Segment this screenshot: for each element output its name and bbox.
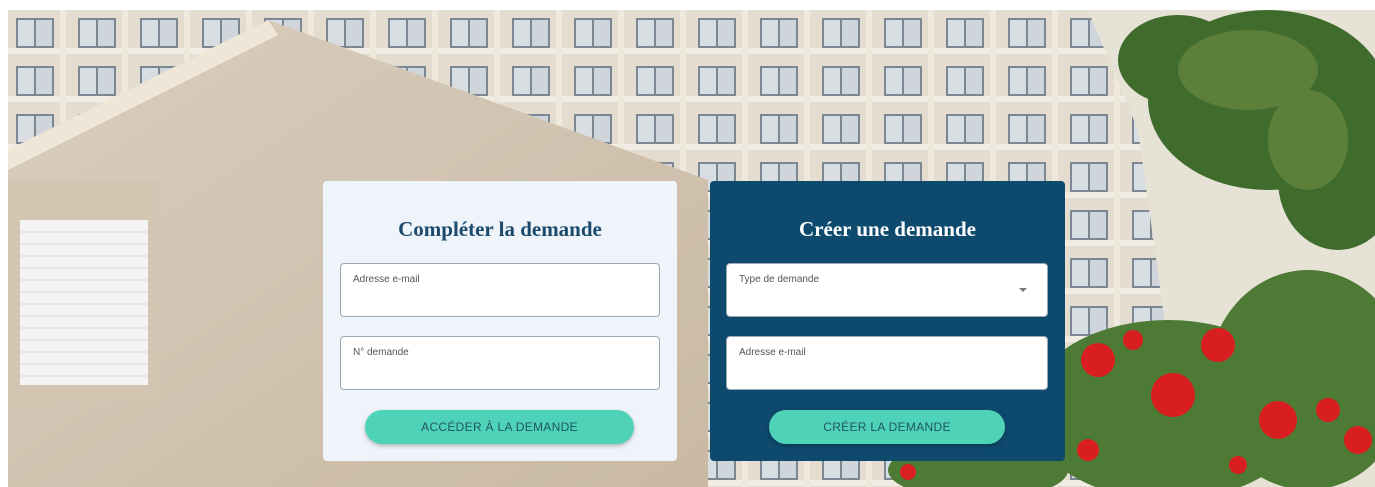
complete-request-card: Compléter la demande Adresse e-mail N° d… [323, 181, 677, 461]
create-email-field[interactable]: Adresse e-mail [726, 336, 1048, 390]
request-type-select[interactable]: Type de demande [726, 263, 1048, 317]
request-number-label: N° demande [353, 347, 409, 358]
request-type-label: Type de demande [739, 274, 820, 285]
create-request-card: Créer une demande Type de demande Adress… [710, 181, 1065, 461]
email-input[interactable] [351, 290, 649, 310]
create-email-label: Adresse e-mail [739, 347, 806, 358]
chevron-down-icon [1019, 288, 1027, 292]
complete-request-title: Compléter la demande [398, 217, 602, 241]
email-field[interactable]: Adresse e-mail [340, 263, 660, 317]
create-request-button[interactable]: CRÉER LA DEMANDE [769, 410, 1005, 444]
request-number-input[interactable] [351, 363, 649, 383]
email-field-label: Adresse e-mail [353, 274, 420, 285]
access-request-button[interactable]: ACCÉDER À LA DEMANDE [365, 410, 634, 444]
hero-background [8, 10, 1375, 487]
create-email-input[interactable] [737, 363, 1037, 383]
request-number-field[interactable]: N° demande [340, 336, 660, 390]
building-photo [8, 10, 1375, 487]
create-request-title: Créer une demande [799, 217, 976, 241]
